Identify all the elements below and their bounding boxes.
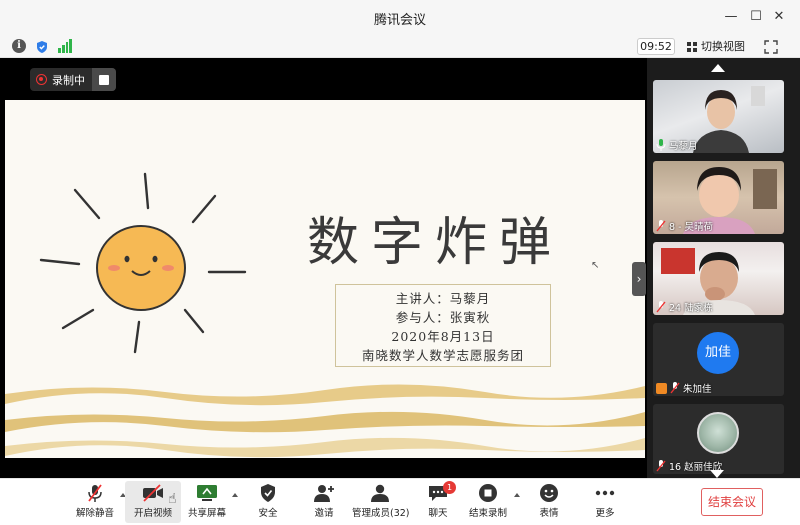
share-screen-button[interactable]: 共享屏幕 [179, 481, 235, 523]
invite-button[interactable]: 邀请 [296, 481, 352, 523]
sun-illustration [39, 172, 247, 354]
mic-muted-icon [88, 484, 102, 502]
maximize-icon[interactable]: ☐ [748, 9, 764, 25]
manage-members-button[interactable]: 管理成员(32) [352, 481, 410, 523]
share-screen-label: 共享屏幕 [187, 508, 226, 519]
reactions-label: 表情 [539, 508, 559, 519]
end-meeting-button[interactable]: 结束会议 [701, 488, 763, 516]
slide-org: 南晓数学人数学志愿服务团 [361, 348, 524, 363]
chat-button[interactable]: 聊天 1 [410, 481, 466, 523]
end-recording-label: 结束录制 [468, 508, 507, 519]
participant-name: 24 陆家栋 [669, 303, 713, 314]
shield-icon[interactable] [35, 39, 49, 53]
reactions-button[interactable]: 表情 [521, 481, 577, 523]
minimize-icon[interactable]: — [723, 9, 739, 25]
participant-avatar [697, 412, 739, 454]
switch-view-button[interactable]: 切换视图 [686, 38, 745, 55]
mic-muted-icon [656, 460, 666, 472]
network-signal-icon[interactable] [58, 39, 72, 53]
mic-on-icon [656, 139, 666, 151]
manage-members-label: 管理成员(32) [352, 508, 410, 519]
participant-name: 8 - 吴晴荷 [669, 222, 714, 233]
share-options-caret[interactable] [232, 493, 238, 497]
participant-tile[interactable]: 8 - 吴晴荷 [653, 161, 784, 234]
slide-title: 数字炸弹 [307, 213, 564, 273]
presentation-slide: 数字炸弹 主讲人：马藜月 参与人：张寅秋 2020年8月13日 南晓数学人数学志… [5, 100, 645, 458]
participant-name: 朱加佳 [683, 384, 712, 395]
wave-decoration [5, 384, 645, 458]
participant-avatar: 加佳 [697, 332, 739, 374]
scroll-down-icon[interactable] [710, 470, 724, 478]
invite-label: 邀请 [314, 508, 334, 519]
security-button[interactable]: 安全 [240, 481, 296, 523]
info-bar: i 09:52 切换视图 [0, 34, 800, 58]
participant-tile[interactable]: 加佳 朱加佳 [653, 323, 784, 396]
share-screen-icon [197, 485, 217, 501]
record-dot-icon [36, 74, 47, 85]
slide-date: 2020年8月13日 [391, 329, 495, 344]
participant-tile[interactable]: 24 陆家栋 [653, 242, 784, 315]
slide-participant: 参与人：张寅秋 [395, 310, 491, 325]
meeting-info-icon[interactable]: i [12, 39, 26, 53]
more-button[interactable]: 更多 [577, 481, 633, 523]
mic-muted-icon [670, 382, 680, 394]
recording-indicator: 录制中 [30, 68, 116, 91]
slide-info-box: 主讲人：马藜月 参与人：张寅秋 2020年8月13日 南晓数学人数学志愿服务团 [335, 284, 551, 367]
end-recording-button[interactable]: 结束录制 [460, 481, 516, 523]
user-badge-icon [656, 382, 667, 394]
fullscreen-icon[interactable] [764, 39, 778, 54]
scroll-up-icon[interactable] [711, 64, 725, 72]
shared-screen-area: 录制中 数字炸弹 主讲人：马藜月 参与人：张寅秋 2020年8月13日 南晓数学… [0, 58, 647, 478]
unmute-button[interactable]: 解除静音 [67, 481, 123, 523]
close-icon[interactable]: ✕ [771, 9, 787, 25]
window-title: 腾讯会议 [373, 13, 426, 28]
start-video-label: 开启视频 [133, 508, 172, 519]
switch-view-label: 切换视图 [701, 40, 745, 53]
meeting-toolbar: 解除静音 开启视频 ☝ 共享屏幕 安全 邀请 管理成员(32) 聊天 1 结束录… [0, 478, 800, 525]
unmute-label: 解除静音 [75, 508, 114, 519]
chat-label: 聊天 [428, 508, 448, 519]
participant-name: 马藜月 [669, 141, 698, 152]
grid-view-icon [687, 41, 697, 52]
security-label: 安全 [258, 508, 278, 519]
meeting-timer: 09:52 [637, 38, 675, 55]
stop-record-icon [479, 484, 497, 502]
more-label: 更多 [595, 508, 615, 519]
smiley-icon [540, 484, 558, 502]
more-dots-icon [595, 490, 615, 496]
mic-muted-icon [656, 301, 666, 313]
recording-label: 录制中 [52, 73, 85, 87]
mouse-cursor-icon: ↖ [591, 260, 600, 271]
mic-muted-icon [656, 220, 666, 232]
collapse-panel-button[interactable]: › [632, 262, 646, 296]
participants-panel: 马藜月 8 - 吴晴荷 24 陆家栋 加佳 朱加佳 16 赵丽佳欣 [647, 58, 800, 478]
shield-icon [261, 484, 275, 502]
participant-tile[interactable]: 马藜月 [653, 80, 784, 153]
recording-options-caret[interactable] [514, 493, 520, 497]
members-icon [371, 484, 389, 502]
stop-recording-button[interactable] [92, 68, 116, 91]
title-bar: 腾讯会议 — ☐ ✕ [0, 0, 800, 34]
camera-off-icon [143, 484, 163, 502]
add-user-icon [314, 485, 334, 502]
hand-cursor-icon: ☝ [168, 491, 177, 507]
chat-unread-badge: 1 [443, 481, 456, 494]
slide-speaker: 主讲人：马藜月 [395, 291, 491, 306]
participant-tile[interactable]: 16 赵丽佳欣 [653, 404, 784, 474]
